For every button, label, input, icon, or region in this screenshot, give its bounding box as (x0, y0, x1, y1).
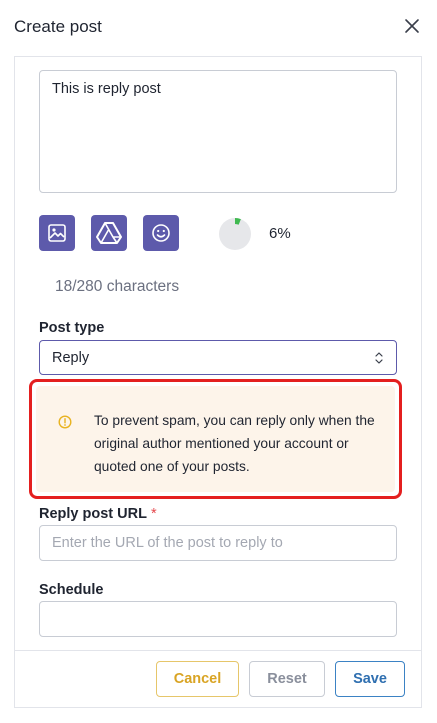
dialog-title: Create post (14, 17, 102, 36)
close-button[interactable] (400, 14, 424, 38)
required-mark: * (150, 506, 157, 522)
alert-message: To prevent spam, you can reply only when… (94, 413, 375, 474)
emoji-icon (152, 224, 170, 242)
character-percent: 6% (269, 225, 291, 242)
warning-icon (58, 415, 72, 429)
reply-url-input[interactable]: Enter the URL of the post to reply to (39, 525, 397, 561)
select-chevron-icon (375, 351, 383, 364)
post-type-label: Post type (39, 320, 105, 336)
dialog-header: Create post (0, 0, 437, 56)
save-button[interactable]: Save (335, 661, 405, 697)
cancel-button[interactable]: Cancel (156, 661, 239, 697)
drive-icon (96, 222, 122, 244)
character-count: 18/280 characters (55, 278, 180, 295)
google-drive-button[interactable] (91, 215, 127, 251)
reset-button[interactable]: Reset (249, 661, 325, 697)
post-type-selected: Reply (52, 349, 90, 366)
spam-warning-alert: To prevent spam, you can reply only when… (36, 386, 395, 492)
schedule-input[interactable] (39, 601, 397, 637)
post-content-textarea[interactable]: This is reply post (39, 70, 397, 193)
add-emoji-button[interactable] (143, 215, 179, 251)
image-icon (48, 224, 66, 242)
schedule-label: Schedule (39, 582, 104, 598)
reply-url-label-text: Reply post URL (39, 506, 147, 522)
character-progress-ring (219, 218, 251, 250)
post-type-select[interactable]: Reply (39, 340, 397, 375)
footer-divider (15, 650, 421, 651)
close-icon (405, 19, 419, 33)
highlight-box: To prevent spam, you can reply only when… (29, 379, 402, 499)
reply-url-label: Reply post URL * (39, 506, 157, 522)
add-image-button[interactable] (39, 215, 75, 251)
post-form: This is reply post 6% 18/280 characters … (14, 56, 422, 708)
